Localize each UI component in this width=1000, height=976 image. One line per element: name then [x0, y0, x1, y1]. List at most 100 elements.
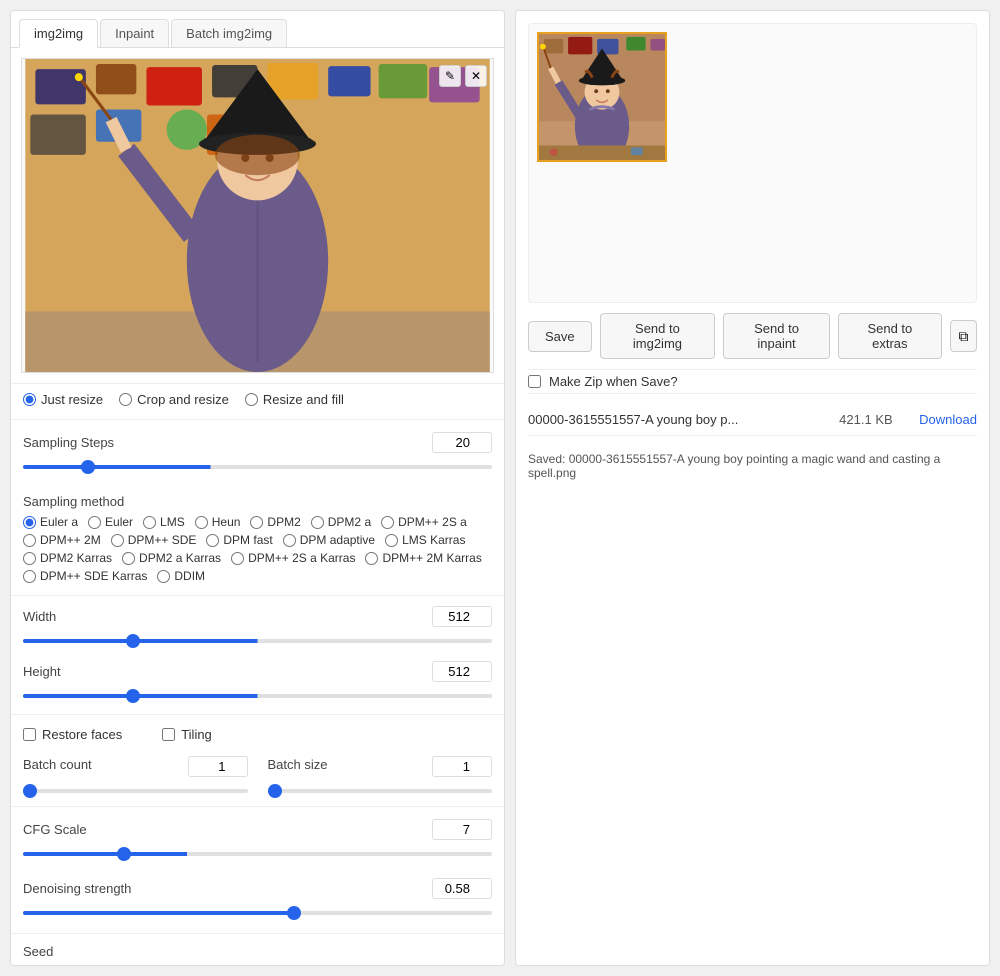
- divider-3: [11, 714, 504, 715]
- method-dpmpp-2s-a[interactable]: DPM++ 2S a: [381, 515, 467, 529]
- batch-size-input[interactable]: [432, 756, 492, 777]
- seed-section: Seed: [11, 938, 504, 965]
- resize-crop-label: Crop and resize: [137, 392, 229, 407]
- method-dpmpp-2m-karras[interactable]: DPM++ 2M Karras: [365, 551, 481, 565]
- sampling-steps-slider-container: [23, 457, 492, 480]
- denoising-input[interactable]: [432, 878, 492, 899]
- method-lms-karras[interactable]: LMS Karras: [385, 533, 465, 547]
- sampling-steps-label: Sampling Steps: [23, 435, 114, 450]
- tab-img2img[interactable]: img2img: [19, 19, 98, 48]
- width-section: Width: [11, 600, 504, 655]
- send-to-extras-button[interactable]: Send to extras: [838, 313, 942, 359]
- seed-label: Seed: [23, 944, 53, 959]
- resize-fill-radio[interactable]: [245, 393, 258, 406]
- file-size: 421.1 KB: [839, 412, 909, 427]
- restore-faces-label: Restore faces: [42, 727, 122, 742]
- batch-size-group: Batch size: [268, 756, 493, 796]
- tab-inpaint[interactable]: Inpaint: [100, 19, 169, 47]
- resize-just-resize-radio[interactable]: [23, 393, 36, 406]
- source-image: [22, 59, 493, 372]
- batch-count-slider[interactable]: [23, 789, 248, 793]
- tiling-checkbox[interactable]: [162, 728, 175, 741]
- sampling-steps-row: Sampling Steps: [23, 432, 492, 453]
- width-label: Width: [23, 609, 56, 624]
- resize-and-fill[interactable]: Resize and fill: [245, 392, 344, 407]
- batch-section: Batch count Batch size: [11, 750, 504, 802]
- output-image: [537, 32, 667, 162]
- saved-message: Saved: 00000-3615551557-A young boy poin…: [528, 446, 977, 486]
- method-dpm2-karras[interactable]: DPM2 Karras: [23, 551, 112, 565]
- left-panel: img2img Inpaint Batch img2img: [10, 10, 505, 966]
- restore-faces-item[interactable]: Restore faces: [23, 727, 122, 742]
- method-dpmpp-2s-a-karras[interactable]: DPM++ 2S a Karras: [231, 551, 355, 565]
- method-dpm2-a[interactable]: DPM2 a: [311, 515, 371, 529]
- copy-icon: ⧉: [958, 328, 968, 345]
- send-to-img2img-button[interactable]: Send to img2img: [600, 313, 716, 359]
- width-input[interactable]: [432, 606, 492, 627]
- cfg-scale-label: CFG Scale: [23, 822, 87, 837]
- tabs: img2img Inpaint Batch img2img: [11, 11, 504, 48]
- method-dpm2-a-karras[interactable]: DPM2 a Karras: [122, 551, 221, 565]
- tiling-item[interactable]: Tiling: [162, 727, 212, 742]
- image-upload-area[interactable]: ✎ ✕: [21, 58, 494, 373]
- save-button[interactable]: Save: [528, 321, 592, 352]
- method-heun[interactable]: Heun: [195, 515, 241, 529]
- sampling-method-section: Sampling method Euler a Euler LMS Heun D…: [11, 488, 504, 591]
- sampling-method-label: Sampling method: [23, 494, 492, 509]
- divider-1: [11, 419, 504, 420]
- batch-count-group: Batch count: [23, 756, 248, 796]
- tab-batch-img2img[interactable]: Batch img2img: [171, 19, 287, 47]
- batch-size-label: Batch size: [268, 757, 328, 772]
- height-input[interactable]: [432, 661, 492, 682]
- denoising-slider[interactable]: [23, 911, 492, 915]
- tiling-label: Tiling: [181, 727, 212, 742]
- restore-faces-checkbox[interactable]: [23, 728, 36, 741]
- resize-options: Just resize Crop and resize Resize and f…: [11, 383, 504, 415]
- batch-count-input[interactable]: [188, 756, 248, 777]
- divider-5: [11, 933, 504, 934]
- method-dpm2[interactable]: DPM2: [250, 515, 300, 529]
- image-edit-button[interactable]: ✎: [439, 65, 461, 87]
- denoising-row: Denoising strength: [23, 878, 492, 899]
- resize-just-resize[interactable]: Just resize: [23, 392, 103, 407]
- batch-count-label: Batch count: [23, 757, 92, 772]
- method-dpmpp-sde[interactable]: DPM++ SDE: [111, 533, 197, 547]
- sampling-steps-input[interactable]: [432, 432, 492, 453]
- cfg-scale-slider[interactable]: [23, 852, 492, 856]
- sampling-method-options: Euler a Euler LMS Heun DPM2 DPM2 a: [23, 515, 492, 583]
- method-dpmpp-2m[interactable]: DPM++ 2M: [23, 533, 101, 547]
- checkbox-row: Restore faces Tiling: [11, 719, 504, 750]
- divider-4: [11, 806, 504, 807]
- make-zip-checkbox[interactable]: [528, 375, 541, 388]
- resize-crop-radio[interactable]: [119, 393, 132, 406]
- make-zip-row: Make Zip when Save?: [528, 369, 977, 394]
- right-panel: Save Send to img2img Send to inpaint Sen…: [515, 10, 990, 966]
- batch-size-slider[interactable]: [268, 789, 493, 793]
- height-slider[interactable]: [23, 694, 492, 698]
- action-buttons: Save Send to img2img Send to inpaint Sen…: [528, 313, 977, 359]
- resize-crop-and-resize[interactable]: Crop and resize: [119, 392, 229, 407]
- method-dpm-fast[interactable]: DPM fast: [206, 533, 272, 547]
- image-close-button[interactable]: ✕: [465, 65, 487, 87]
- cfg-scale-input[interactable]: [432, 819, 492, 840]
- make-zip-label: Make Zip when Save?: [549, 374, 678, 389]
- resize-fill-label: Resize and fill: [263, 392, 344, 407]
- height-section: Height: [11, 655, 504, 710]
- send-to-inpaint-button[interactable]: Send to inpaint: [723, 313, 830, 359]
- method-dpmpp-sde-karras[interactable]: DPM++ SDE Karras: [23, 569, 147, 583]
- copy-button[interactable]: ⧉: [950, 320, 977, 352]
- method-euler-a[interactable]: Euler a: [23, 515, 78, 529]
- method-lms[interactable]: LMS: [143, 515, 185, 529]
- height-label: Height: [23, 664, 61, 679]
- width-slider[interactable]: [23, 639, 492, 643]
- width-row: Width: [23, 606, 492, 627]
- method-ddim[interactable]: DDIM: [157, 569, 205, 583]
- image-controls: ✎ ✕: [439, 65, 487, 87]
- file-name: 00000-3615551557-A young boy p...: [528, 412, 829, 427]
- method-dpm-adaptive[interactable]: DPM adaptive: [283, 533, 375, 547]
- batch-size-row: Batch size: [268, 756, 493, 777]
- sampling-steps-slider[interactable]: [23, 465, 492, 469]
- method-euler[interactable]: Euler: [88, 515, 133, 529]
- download-link[interactable]: Download: [919, 412, 977, 427]
- height-row: Height: [23, 661, 492, 682]
